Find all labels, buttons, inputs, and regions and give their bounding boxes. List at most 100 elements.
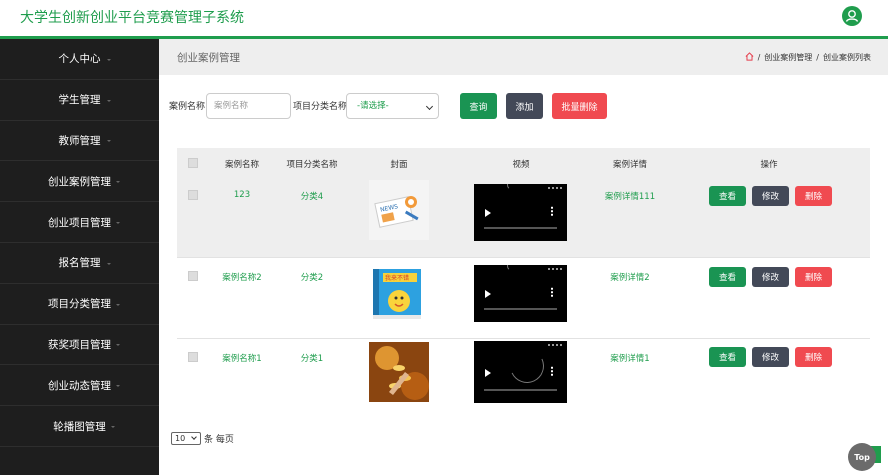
sidebar-item-label: 报名管理	[58, 257, 101, 270]
chevron-down-icon	[106, 99, 111, 102]
play-icon[interactable]	[485, 290, 491, 298]
back-to-top-button[interactable]: Top	[848, 443, 876, 471]
sidebar-item-label: 创业动态管理	[48, 379, 111, 392]
case-name-cell: 案例名称2	[222, 273, 262, 283]
query-button[interactable]: 查询	[460, 93, 497, 119]
sidebar-item-students[interactable]: 学生管理	[0, 80, 159, 121]
case-name-cell: 123	[233, 190, 251, 200]
video-progress-bar[interactable]	[484, 389, 557, 391]
sidebar-item-label: 学生管理	[58, 94, 101, 107]
view-button[interactable]: 查看	[709, 267, 746, 287]
play-icon[interactable]	[485, 369, 491, 377]
category-select-value: -请选择-	[357, 101, 389, 111]
edit-button[interactable]: 修改	[752, 267, 789, 287]
sidebar-item-projects[interactable]: 创业项目管理	[0, 202, 159, 243]
sidebar-item-label: 轮播图管理	[53, 420, 106, 433]
chevron-down-icon	[115, 344, 120, 347]
breadcrumb-bar: 创业案例管理 / 创业案例管理 / 创业案例列表	[159, 39, 888, 75]
page-size-suffix: 条 每页	[204, 435, 234, 445]
video-status-icons	[548, 344, 562, 346]
chevron-down-icon	[115, 181, 120, 184]
chevron-down-icon	[115, 385, 120, 388]
chevron-down-icon	[106, 262, 111, 265]
page-title: 创业案例管理	[177, 52, 240, 64]
loading-spinner-icon	[507, 184, 517, 190]
breadcrumb-item-case-list: 创业案例列表	[823, 53, 871, 62]
row-checkbox[interactable]	[188, 271, 198, 281]
row-checkbox[interactable]	[188, 190, 198, 200]
loading-spinner-icon	[505, 344, 549, 388]
chevron-down-icon	[106, 140, 111, 143]
video-player[interactable]	[474, 341, 567, 403]
sidebar-item-personal-center[interactable]: 个人中心	[0, 39, 159, 80]
chevron-down-icon	[106, 58, 111, 61]
category-cell: 分类1	[300, 354, 324, 364]
table-row: 123 分类4 NEWS 案例详情111 查看 修改 删除	[177, 178, 870, 258]
batch-delete-button[interactable]: 批量删除	[552, 93, 607, 119]
sidebar: 个人中心 学生管理 教师管理 创业案例管理 创业项目管理 报名管理 项目分类管理…	[0, 39, 159, 475]
chevron-down-icon	[425, 102, 434, 111]
page-size-select[interactable]: 10	[171, 432, 201, 445]
row-checkbox[interactable]	[188, 352, 198, 362]
view-button[interactable]: 查看	[709, 186, 746, 206]
sidebar-item-label: 创业项目管理	[48, 216, 111, 229]
more-vertical-icon[interactable]	[551, 366, 553, 376]
sidebar-item-cases[interactable]: 创业案例管理	[0, 161, 159, 203]
table-row: 案例名称2 分类2 我来不错 案例详情2 查看 修改 删除	[177, 258, 870, 339]
chevron-down-icon	[110, 426, 115, 429]
cover-image: 我来不错	[369, 263, 429, 323]
breadcrumb-item-cases[interactable]: 创业案例管理	[764, 52, 812, 63]
category-label: 项目分类名称	[293, 102, 348, 112]
column-header-name: 案例名称	[224, 160, 259, 170]
pagination: 10 条 每页	[171, 432, 234, 445]
detail-cell: 案例详情111	[604, 192, 656, 202]
sidebar-item-label: 个人中心	[58, 53, 101, 66]
sidebar-item-label: 教师管理	[58, 134, 101, 147]
sidebar-item-awards[interactable]: 获奖项目管理	[0, 325, 159, 366]
view-button[interactable]: 查看	[709, 347, 746, 367]
chevron-down-icon	[115, 303, 120, 306]
table-row: 案例名称1 分类1 案例详情1 查看 修改 删除	[177, 339, 870, 420]
column-header-actions: 操作	[760, 160, 778, 170]
chevron-down-icon	[191, 434, 197, 440]
video-status-icons	[548, 268, 562, 270]
edit-button[interactable]: 修改	[752, 347, 789, 367]
more-vertical-icon[interactable]	[551, 206, 553, 216]
category-select[interactable]: -请选择-	[346, 93, 439, 119]
sidebar-item-news[interactable]: 创业动态管理	[0, 365, 159, 407]
delete-button[interactable]: 删除	[795, 186, 832, 206]
detail-cell: 案例详情2	[610, 273, 650, 283]
delete-button[interactable]: 删除	[795, 267, 832, 287]
cover-image	[369, 342, 429, 402]
app-title: 大学生创新创业平台竞赛管理子系统	[20, 10, 244, 26]
user-avatar-icon[interactable]	[842, 6, 862, 26]
column-header-cover: 封面	[390, 160, 408, 170]
more-vertical-icon[interactable]	[551, 287, 553, 297]
play-icon[interactable]	[485, 209, 491, 217]
page-size-value: 10	[175, 434, 186, 443]
case-name-label: 案例名称	[169, 102, 206, 112]
sidebar-item-carousel[interactable]: 轮播图管理	[0, 406, 159, 447]
breadcrumb-separator: /	[757, 53, 761, 62]
case-name-input[interactable]: 案例名称	[206, 93, 291, 119]
edit-button[interactable]: 修改	[752, 186, 789, 206]
delete-button[interactable]: 删除	[795, 347, 832, 367]
cover-image: NEWS	[369, 180, 429, 240]
svg-text:我来不错: 我来不错	[385, 274, 409, 282]
video-player[interactable]	[474, 265, 567, 322]
video-progress-bar[interactable]	[484, 227, 557, 229]
top-bar: 大学生创新创业平台竞赛管理子系统	[0, 0, 888, 36]
sidebar-item-teachers[interactable]: 教师管理	[0, 121, 159, 162]
category-cell: 分类4	[300, 192, 324, 202]
add-button[interactable]: 添加	[506, 93, 543, 119]
video-player[interactable]	[474, 184, 567, 241]
category-cell: 分类2	[300, 273, 324, 283]
sidebar-item-categories[interactable]: 项目分类管理	[0, 284, 159, 325]
video-progress-bar[interactable]	[484, 308, 557, 310]
select-all-checkbox[interactable]	[188, 158, 198, 168]
sidebar-item-registration[interactable]: 报名管理	[0, 243, 159, 284]
video-status-icons	[548, 187, 562, 189]
sidebar-item-label: 获奖项目管理	[48, 338, 111, 351]
home-icon[interactable]	[745, 52, 754, 63]
case-name-cell: 案例名称1	[222, 354, 262, 364]
